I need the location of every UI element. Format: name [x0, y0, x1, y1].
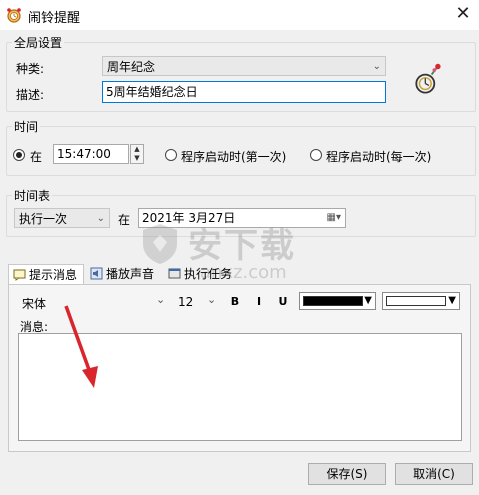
sound-tab-icon: [90, 267, 103, 280]
chevron-down-icon: ⌄: [372, 61, 381, 72]
spin-up-icon[interactable]: ▲: [131, 145, 143, 154]
fore-color-picker[interactable]: ▼: [299, 292, 376, 310]
startup-every-radio[interactable]: [310, 149, 322, 161]
underline-button[interactable]: U: [276, 295, 290, 308]
message-tab-icon: [13, 269, 26, 281]
ring-icon: [415, 63, 441, 94]
tab-sound-label: 播放声音: [106, 267, 155, 281]
schedule-mode-select[interactable]: 执行一次 ⌄: [14, 208, 110, 228]
alarm-app-icon: [7, 8, 21, 23]
cancel-button[interactable]: 取消(C): [395, 463, 473, 485]
tab-task[interactable]: 执行任务: [164, 264, 240, 284]
schedule-at-label: 在: [118, 213, 131, 227]
schedule-mode-value: 执行一次: [19, 212, 68, 226]
tab-sound[interactable]: 播放声音: [86, 264, 162, 284]
back-color-swatch: [386, 296, 446, 306]
font-dropdown-icon[interactable]: ⌄: [156, 293, 165, 306]
global-settings-label: 全局设置: [12, 34, 65, 51]
startup-first-label: 程序启动时(第一次): [181, 150, 287, 164]
time-at-radio[interactable]: [13, 149, 25, 161]
kind-select-value: 周年纪念: [107, 60, 156, 74]
kind-select[interactable]: 周年纪念 ⌄: [102, 56, 386, 76]
description-label: 描述:: [16, 88, 45, 102]
caret-down-icon: ▼: [448, 295, 456, 306]
task-tab-icon: [168, 268, 181, 279]
font-name-label: 宋体: [22, 297, 47, 311]
time-input[interactable]: 15:47:00: [53, 144, 129, 164]
annotation-arrow: [64, 305, 98, 388]
tab-message[interactable]: 提示消息: [8, 264, 84, 284]
save-button[interactable]: 保存(S): [308, 463, 386, 485]
fore-color-swatch: [303, 296, 363, 306]
spin-down-icon[interactable]: ▼: [131, 154, 143, 163]
time-spinner[interactable]: ▲ ▼: [130, 144, 144, 164]
description-input[interactable]: 5周年结婚纪念日: [102, 81, 386, 103]
startup-every-label: 程序启动时(每一次): [326, 150, 432, 164]
shield-icon: [143, 224, 177, 264]
back-color-picker[interactable]: ▼: [382, 292, 460, 310]
window-title: 闹铃提醒: [28, 11, 81, 26]
startup-first-radio[interactable]: [165, 149, 177, 161]
chevron-down-icon: ⌄: [96, 213, 105, 224]
time-group-label: 时间: [12, 118, 41, 135]
time-at-label: 在: [30, 150, 43, 164]
kind-label: 种类:: [16, 62, 45, 76]
schedule-group-label: 时间表: [12, 187, 53, 204]
caret-down-icon: ▼: [364, 295, 372, 306]
watermark-text: 安下载: [188, 226, 296, 266]
font-size-label: 12: [178, 295, 194, 309]
tab-task-label: 执行任务: [184, 267, 233, 281]
tab-message-label: 提示消息: [29, 268, 78, 282]
font-size-dropdown-icon[interactable]: ⌄: [207, 293, 216, 306]
italic-button[interactable]: I: [252, 295, 266, 308]
close-button[interactable]: ✕: [447, 0, 479, 30]
bold-button[interactable]: B: [228, 295, 242, 308]
